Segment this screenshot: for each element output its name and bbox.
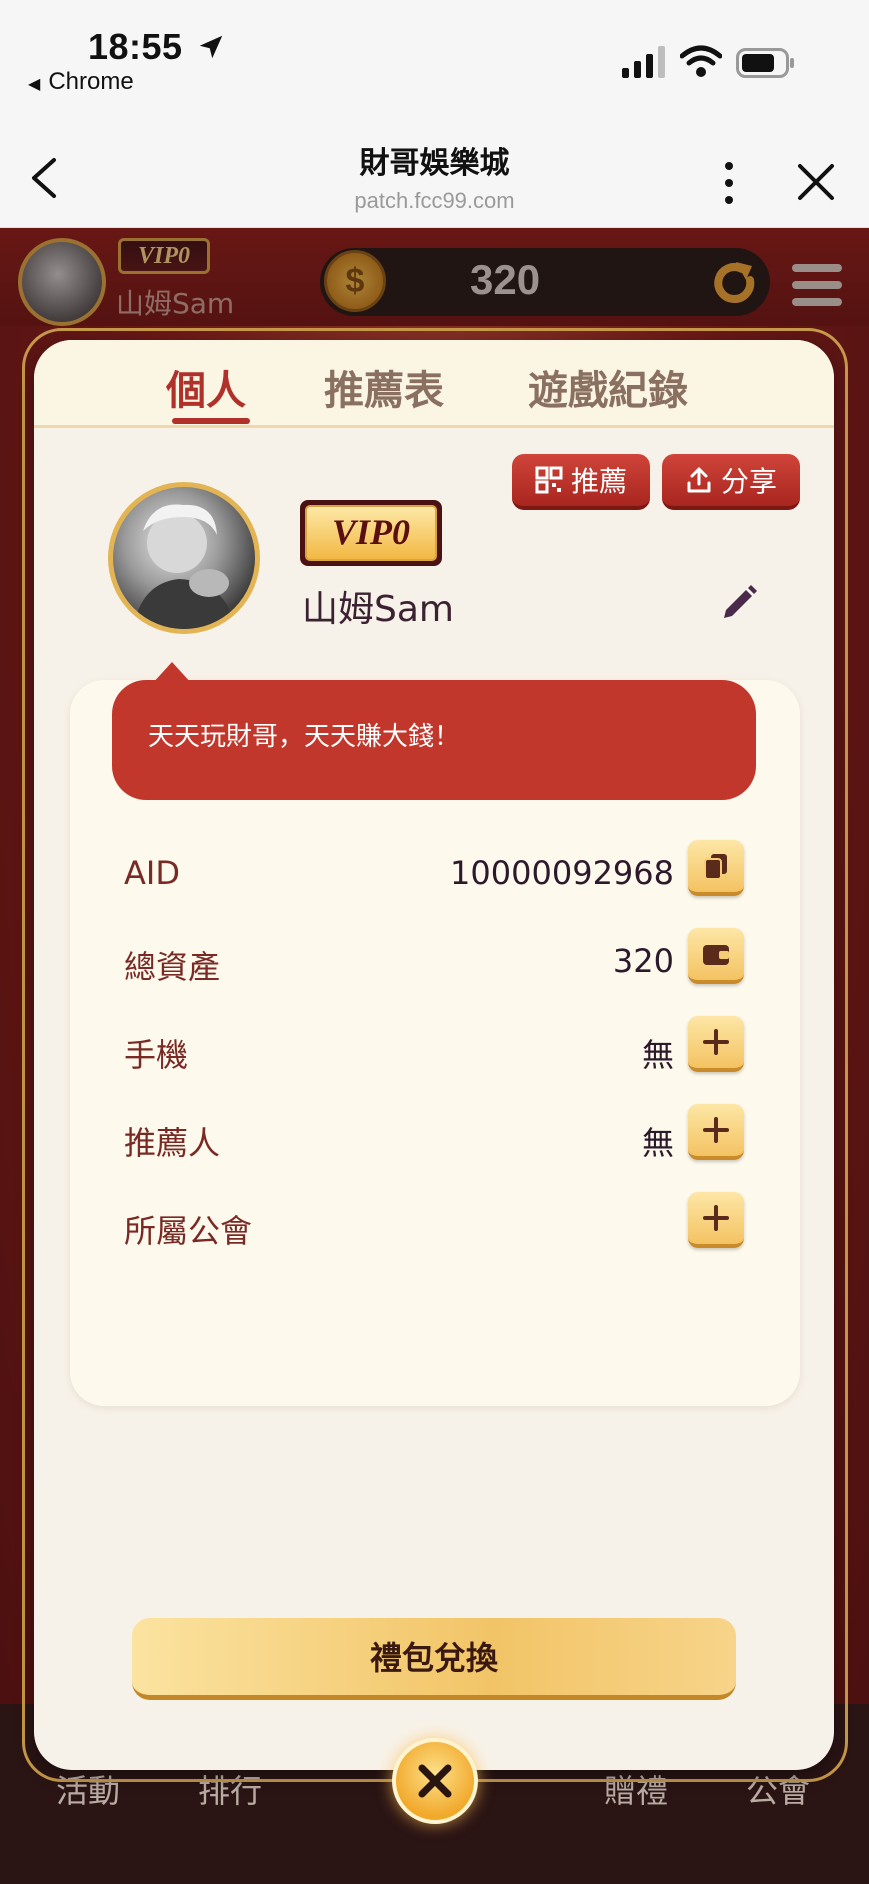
vip-badge: VIP0: [300, 500, 442, 566]
close-icon: [418, 1764, 452, 1798]
total-assets-label: 總資產: [124, 948, 221, 986]
tab-personal[interactable]: 個人: [166, 358, 246, 416]
profile-modal: 個人 推薦表 遊戲紀錄 推薦 分享 VIP0 山姆Sam 天天玩財哥，天天賺大錢…: [34, 340, 834, 1770]
guild-label: 所屬公會: [124, 1212, 253, 1250]
plus-icon: [703, 1205, 729, 1231]
share-upload-icon: [687, 467, 711, 493]
recommend-label: 推薦: [570, 465, 627, 498]
motto-text: 天天玩財哥，天天賺大錢！: [148, 722, 461, 752]
aid-value: 10000092968: [450, 854, 674, 892]
browser-toolbar: 財哥娛樂城 patch.fcc99.com: [0, 110, 869, 228]
location-arrow-icon: [199, 35, 223, 59]
total-assets-value: 320: [612, 942, 674, 980]
share-button[interactable]: 分享: [662, 454, 800, 510]
profile-avatar[interactable]: [108, 482, 260, 634]
edit-pencil-icon[interactable]: [718, 582, 760, 624]
add-guild-button[interactable]: [688, 1192, 744, 1248]
add-referrer-button[interactable]: [688, 1104, 744, 1160]
more-options-icon[interactable]: [714, 160, 744, 206]
active-tab-indicator: [172, 418, 250, 424]
phone-label: 手機: [124, 1036, 189, 1074]
clock: 18:55: [88, 26, 183, 67]
battery-icon: [736, 48, 794, 78]
gift-redeem-button[interactable]: 禮包兌換: [132, 1618, 736, 1700]
avatar-portrait-icon: [133, 504, 237, 629]
back-to-app[interactable]: ◀ Chrome: [28, 68, 134, 96]
close-modal-button[interactable]: [392, 1738, 478, 1824]
aid-label: AID: [124, 854, 180, 892]
copy-icon: [704, 854, 727, 880]
motto-bubble[interactable]: 天天玩財哥，天天賺大錢！: [112, 680, 756, 800]
tab-game-history[interactable]: 遊戲紀錄: [528, 358, 688, 416]
wallet-icon: [703, 945, 729, 965]
plus-icon: [703, 1117, 729, 1143]
plus-icon: [703, 1029, 729, 1055]
phone-value: 無: [641, 1036, 674, 1074]
wallet-button[interactable]: [688, 928, 744, 984]
close-browser-icon[interactable]: [796, 162, 836, 202]
back-app-label: Chrome: [48, 68, 134, 95]
tab-referrals[interactable]: 推薦表: [324, 358, 444, 416]
wifi-icon: [680, 45, 722, 77]
share-label: 分享: [720, 465, 777, 498]
add-phone-button[interactable]: [688, 1016, 744, 1072]
referrer-label: 推薦人: [124, 1124, 221, 1162]
cellular-signal-icon: [622, 46, 665, 78]
copy-aid-button[interactable]: [688, 840, 744, 896]
recommend-button[interactable]: 推薦: [512, 454, 650, 510]
vip-level: VIP0: [305, 505, 437, 561]
referrer-value: 無: [641, 1124, 674, 1162]
profile-name: 山姆Sam: [302, 589, 454, 630]
qr-code-icon: [535, 466, 563, 494]
status-bar: 18:55 ◀ Chrome: [0, 0, 869, 110]
tab-bar: 個人 推薦表 遊戲紀錄: [34, 340, 834, 428]
